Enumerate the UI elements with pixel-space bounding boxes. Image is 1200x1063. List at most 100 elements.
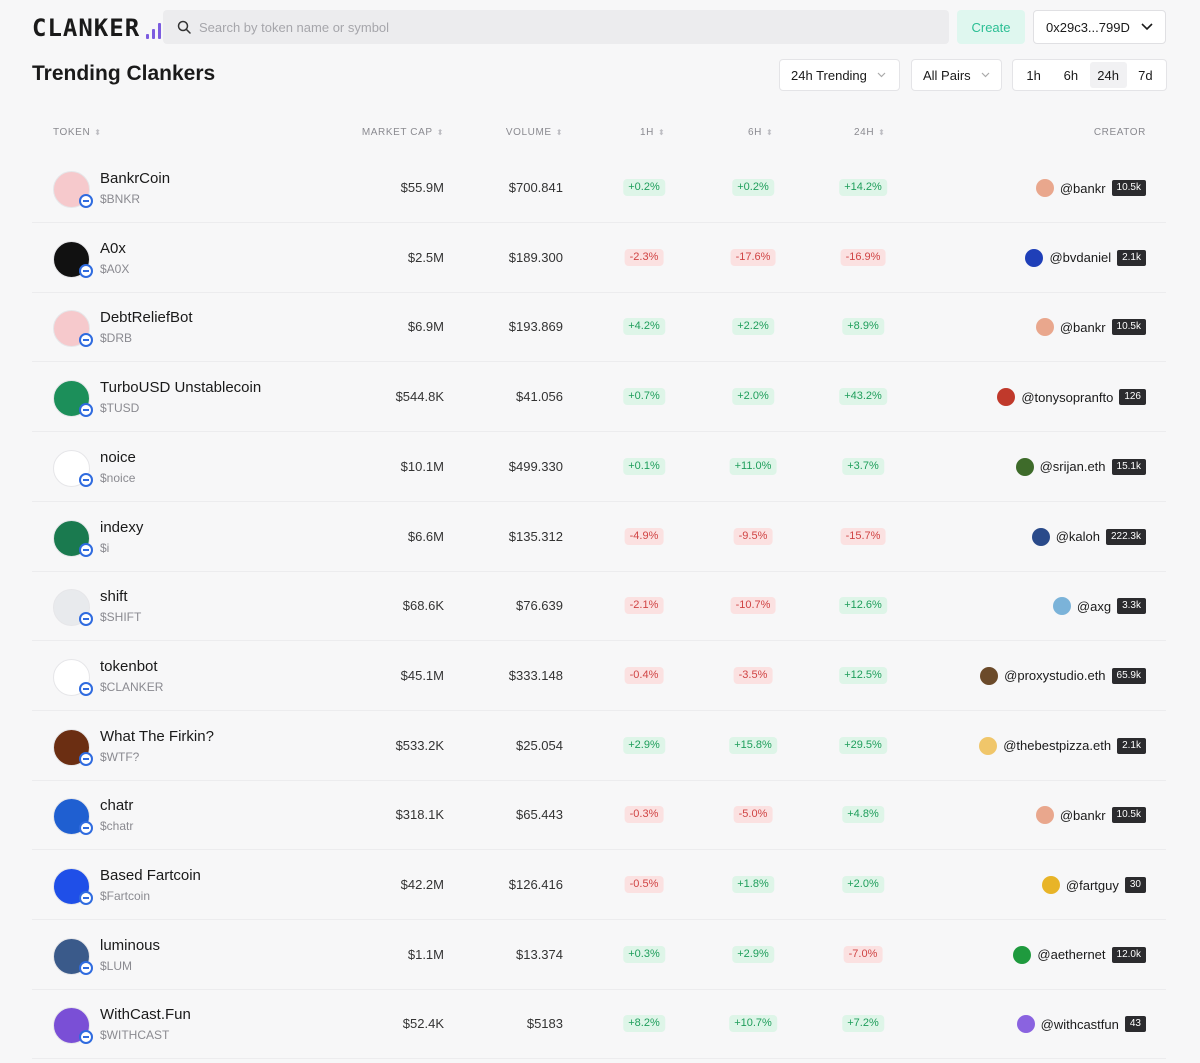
column-token[interactable]: TOKEN ⬍ (53, 127, 102, 138)
search-bar[interactable] (163, 10, 949, 44)
base-chain-icon (79, 542, 93, 557)
market-cap: $1.1M (407, 946, 444, 962)
table-row[interactable]: DebtReliefBot $DRB $6.9M $193.869 +4.2% … (32, 292, 1166, 363)
creator[interactable]: @tonysopranfto 126 (997, 386, 1146, 408)
token-name[interactable]: TurboUSD Unstablecoin (100, 379, 261, 396)
creator-handle: @srijan.eth (1039, 459, 1106, 475)
token-name[interactable]: WithCast.Fun (100, 1006, 191, 1023)
creator-handle: @aethernet (1037, 947, 1106, 963)
token-name[interactable]: Based Fartcoin (100, 867, 201, 884)
creator[interactable]: @bankr 10.5k (1035, 316, 1146, 338)
creator-handle: @fartguy (1065, 877, 1119, 893)
chevron-down-icon (1141, 23, 1153, 31)
creator[interactable]: @bvdaniel 2.1k (1025, 247, 1146, 269)
creator-avatar (1015, 457, 1034, 476)
creator-avatar (1035, 318, 1054, 337)
top-bar: CLANKER Create 0x29c3...799D (0, 0, 1200, 56)
column-6h-label: 6H (748, 127, 762, 138)
change-6h: +11.0% (729, 457, 777, 475)
change-1h: +0.7% (623, 388, 665, 406)
token-name[interactable]: DebtReliefBot (100, 309, 193, 326)
column-24h[interactable]: 24H ⬍ (854, 127, 885, 138)
creator-handle: @kaloh (1055, 529, 1100, 544)
token-name[interactable]: chatr (100, 797, 133, 814)
creator-follower-count: 222.3k (1105, 528, 1146, 545)
timeframe-24h[interactable]: 24h (1089, 62, 1127, 88)
search-input[interactable] (199, 19, 899, 35)
table-row[interactable]: noice $noice $10.1M $499.330 +0.1% +11.0… (32, 432, 1166, 502)
creator[interactable]: @bankr 10.5k (1035, 804, 1146, 826)
base-chain-icon (79, 891, 93, 905)
token-name[interactable]: BankrCoin (100, 170, 170, 187)
sort-dropdown[interactable]: 24h Trending (779, 59, 900, 91)
column-volume-label: VOLUME (505, 127, 552, 138)
token-name[interactable]: luminous (100, 937, 160, 954)
market-cap: $6.6M (407, 528, 444, 544)
search-icon (177, 20, 191, 34)
creator-handle: @proxystudio.eth (1004, 668, 1106, 684)
column-market-cap-label: MARKET CAP (361, 127, 433, 138)
token-symbol: $LUM (100, 958, 133, 973)
volume: $193.869 (508, 319, 563, 335)
column-1h[interactable]: 1H ⬍ (640, 127, 665, 138)
chevron-down-icon (877, 72, 886, 78)
token-name[interactable]: indexy (100, 519, 143, 536)
base-chain-icon (79, 960, 93, 975)
change-24h: +12.6% (839, 597, 887, 615)
token-name[interactable]: A0x (100, 240, 126, 257)
creator[interactable]: @bankr 10.5k (1035, 177, 1146, 199)
column-market-cap[interactable]: MARKET CAP ⬍ (362, 127, 444, 138)
change-6h: -5.0% (733, 806, 773, 824)
creator[interactable]: @withcastfun 43 (1016, 1013, 1146, 1035)
token-name[interactable]: tokenbot (100, 658, 158, 675)
creator-avatar (1035, 806, 1054, 825)
table-row[interactable]: Based Fartcoin $Fartcoin $42.2M $126.416… (32, 850, 1166, 920)
table-row[interactable]: A0x $A0X $2.5M $189.300 -2.3% -17.6% -16… (32, 223, 1166, 293)
wallet-address: 0x29c3...799D (1046, 19, 1130, 35)
creator[interactable]: @axg 3.3k (1052, 595, 1146, 617)
creator-handle: @withcastfun (1040, 1016, 1119, 1032)
token-name[interactable]: noice (100, 449, 136, 466)
timeframe-1h[interactable]: 1h (1015, 62, 1052, 88)
chevron-down-icon (981, 72, 990, 78)
table-row[interactable]: What The Firkin? $WTF? $533.2K $25.054 +… (32, 711, 1166, 781)
table-row[interactable]: tokenbot $CLANKER $45.1M $333.148 -0.4% … (32, 641, 1166, 711)
pairs-dropdown[interactable]: All Pairs (911, 59, 1002, 91)
creator[interactable]: @fartguy 30 (1041, 874, 1146, 896)
table-row[interactable]: TurboUSD Unstablecoin $TUSD $544.8K $41.… (32, 362, 1166, 433)
sort-icon: ⬍ (94, 127, 102, 137)
token-name[interactable]: What The Firkin? (100, 728, 214, 745)
creator-follower-count: 65.9k (1111, 667, 1146, 684)
table-row[interactable]: WithCast.Fun $WITHCAST $52.4K $5183 +8.2… (32, 989, 1166, 1060)
column-volume[interactable]: VOLUME ⬍ (506, 127, 563, 138)
clanker-logo[interactable]: CLANKER (32, 14, 162, 42)
volume: $700.841 (508, 180, 563, 195)
table-row[interactable]: chatr $chatr $318.1K $65.443 -0.3% -5.0%… (32, 780, 1166, 851)
market-cap: $42.2M (400, 877, 444, 892)
timeframe-7d[interactable]: 7d (1127, 62, 1164, 88)
creator[interactable]: @srijan.eth 15.1k (1015, 456, 1146, 478)
creator-avatar (1041, 876, 1060, 894)
creator[interactable]: @aethernet 12.0k (1013, 944, 1146, 966)
table-row[interactable]: indexy $i $6.6M $135.312 -4.9% -9.5% -15… (32, 502, 1166, 572)
table-row[interactable]: BankrCoin $BNKR $55.9M $700.841 +0.2% +0… (32, 153, 1166, 223)
token-symbol: $WTF? (100, 749, 140, 764)
change-1h: -4.9% (624, 527, 664, 545)
token-name[interactable]: shift (100, 588, 128, 605)
creator[interactable]: @kaloh 222.3k (1031, 526, 1146, 548)
timeframe-6h[interactable]: 6h (1052, 62, 1089, 88)
volume: $65.443 (516, 807, 563, 823)
creator[interactable]: @proxystudio.eth 65.9k (980, 665, 1146, 687)
base-chain-icon (79, 263, 93, 278)
wallet-button[interactable]: 0x29c3...799D (1033, 10, 1166, 44)
creator[interactable]: @thebestpizza.eth 2.1k (979, 735, 1146, 757)
create-button[interactable]: Create (957, 10, 1025, 44)
creator-handle: @bankr (1059, 180, 1106, 196)
change-24h: -7.0% (843, 945, 883, 963)
table-row[interactable]: luminous $LUM $1.1M $13.374 +0.3% +2.9% … (32, 920, 1166, 990)
column-6h[interactable]: 6H ⬍ (748, 127, 773, 138)
change-1h: -0.3% (624, 806, 664, 824)
change-6h: +2.0% (732, 388, 774, 406)
creator-avatar (980, 666, 999, 685)
table-row[interactable]: shift $SHIFT $68.6K $76.639 -2.1% -10.7%… (32, 571, 1166, 642)
